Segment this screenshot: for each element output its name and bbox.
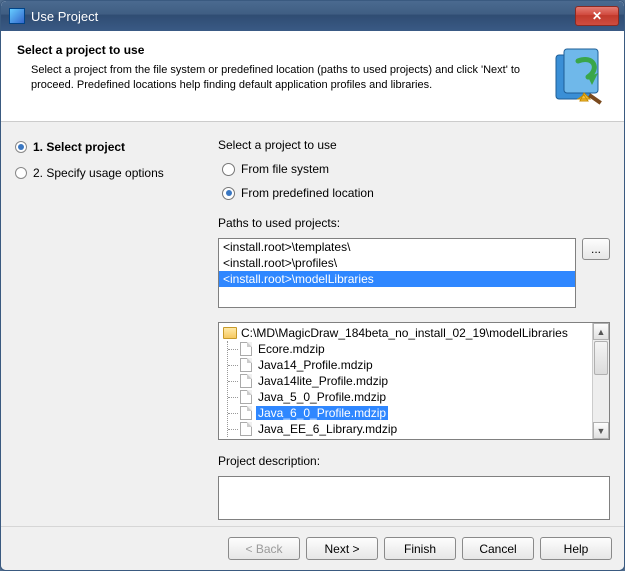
step-label: 1. Select project — [33, 140, 125, 154]
next-button[interactable]: Next > — [306, 537, 378, 560]
header-text: Select a project to use Select a project… — [17, 43, 538, 93]
paths-label: Paths to used projects: — [218, 216, 610, 230]
file-icon — [240, 406, 252, 420]
path-row[interactable]: <install.root>\profiles\ — [219, 255, 575, 271]
header: Select a project to use Select a project… — [1, 31, 624, 122]
header-title: Select a project to use — [17, 43, 528, 57]
radio-from-filesystem[interactable]: From file system — [222, 162, 610, 176]
select-project-label: Select a project to use — [218, 138, 610, 152]
description-label: Project description: — [218, 454, 610, 468]
back-button: < Back — [228, 537, 300, 560]
tree-content: C:\MD\MagicDraw_184beta_no_install_02_19… — [219, 323, 592, 439]
tree-item-label: Java_5_0_Profile.mdzip — [256, 390, 388, 404]
file-icon — [240, 374, 252, 388]
file-icon — [240, 342, 252, 356]
path-row[interactable]: <install.root>\templates\ — [219, 239, 575, 255]
file-icon — [240, 422, 252, 436]
tree-root-label: C:\MD\MagicDraw_184beta_no_install_02_19… — [241, 326, 568, 340]
step-bullet-icon — [15, 141, 27, 153]
body: 1. Select project 2. Specify usage optio… — [1, 122, 624, 526]
radio-label: From file system — [241, 162, 329, 176]
tree-item-label: Java14_Profile.mdzip — [256, 358, 375, 372]
step-label: 2. Specify usage options — [33, 166, 164, 180]
file-tree[interactable]: C:\MD\MagicDraw_184beta_no_install_02_19… — [218, 322, 610, 440]
close-button[interactable]: ✕ — [575, 6, 619, 26]
window-title: Use Project — [31, 9, 575, 24]
tree-item[interactable]: Java14lite_Profile.mdzip — [238, 373, 590, 389]
step-specify-usage[interactable]: 2. Specify usage options — [15, 166, 200, 180]
tree-root[interactable]: C:\MD\MagicDraw_184beta_no_install_02_19… — [221, 325, 590, 341]
paths-listbox[interactable]: <install.root>\templates\ <install.root>… — [218, 238, 576, 308]
radio-icon — [222, 187, 235, 200]
radio-from-predefined[interactable]: From predefined location — [222, 186, 610, 200]
cancel-button[interactable]: Cancel — [462, 537, 534, 560]
header-desc: Select a project from the file system or… — [17, 63, 528, 93]
tree-item[interactable]: Java_EE_6_Library.mdzip — [238, 421, 590, 437]
file-icon — [240, 358, 252, 372]
tree-item[interactable]: Ecore.mdzip — [238, 341, 590, 357]
folder-icon — [223, 327, 237, 339]
tree-item-label: Java_EE_6_Library.mdzip — [256, 422, 399, 436]
scroll-up-icon[interactable]: ▲ — [593, 323, 609, 340]
wizard-window: Use Project ✕ Select a project to use Se… — [0, 0, 625, 571]
step-bullet-icon — [15, 167, 27, 179]
app-icon — [9, 8, 25, 24]
tree-item[interactable]: Java14_Profile.mdzip — [238, 357, 590, 373]
browse-button[interactable]: ... — [582, 238, 610, 260]
wizard-steps: 1. Select project 2. Specify usage optio… — [15, 136, 200, 520]
form-panel: Select a project to use From file system… — [218, 136, 610, 520]
description-textarea[interactable] — [218, 476, 610, 520]
tree-item-label: Java14lite_Profile.mdzip — [256, 374, 390, 388]
ellipsis-icon: ... — [591, 242, 601, 256]
tree-item-label: Ecore.mdzip — [256, 342, 327, 356]
path-row[interactable]: <install.root>\modelLibraries — [219, 271, 575, 287]
radio-icon — [222, 163, 235, 176]
finish-button[interactable]: Finish — [384, 537, 456, 560]
tree-item[interactable]: Java_6_0_Profile.mdzip — [238, 405, 590, 421]
scroll-down-icon[interactable]: ▼ — [593, 422, 609, 439]
tree-item[interactable]: Java_5_0_Profile.mdzip — [238, 389, 590, 405]
tree-item-label: Java_6_0_Profile.mdzip — [256, 406, 388, 420]
titlebar[interactable]: Use Project ✕ — [1, 1, 624, 31]
step-select-project[interactable]: 1. Select project — [15, 140, 200, 154]
footer: < Back Next > Finish Cancel Help — [1, 526, 624, 570]
tree-scrollbar[interactable]: ▲ ▼ — [592, 323, 609, 439]
close-icon: ✕ — [592, 9, 602, 23]
scroll-thumb[interactable] — [594, 341, 608, 375]
radio-label: From predefined location — [241, 186, 374, 200]
file-icon — [240, 390, 252, 404]
help-button[interactable]: Help — [540, 537, 612, 560]
wizard-banner-icon — [538, 43, 608, 113]
